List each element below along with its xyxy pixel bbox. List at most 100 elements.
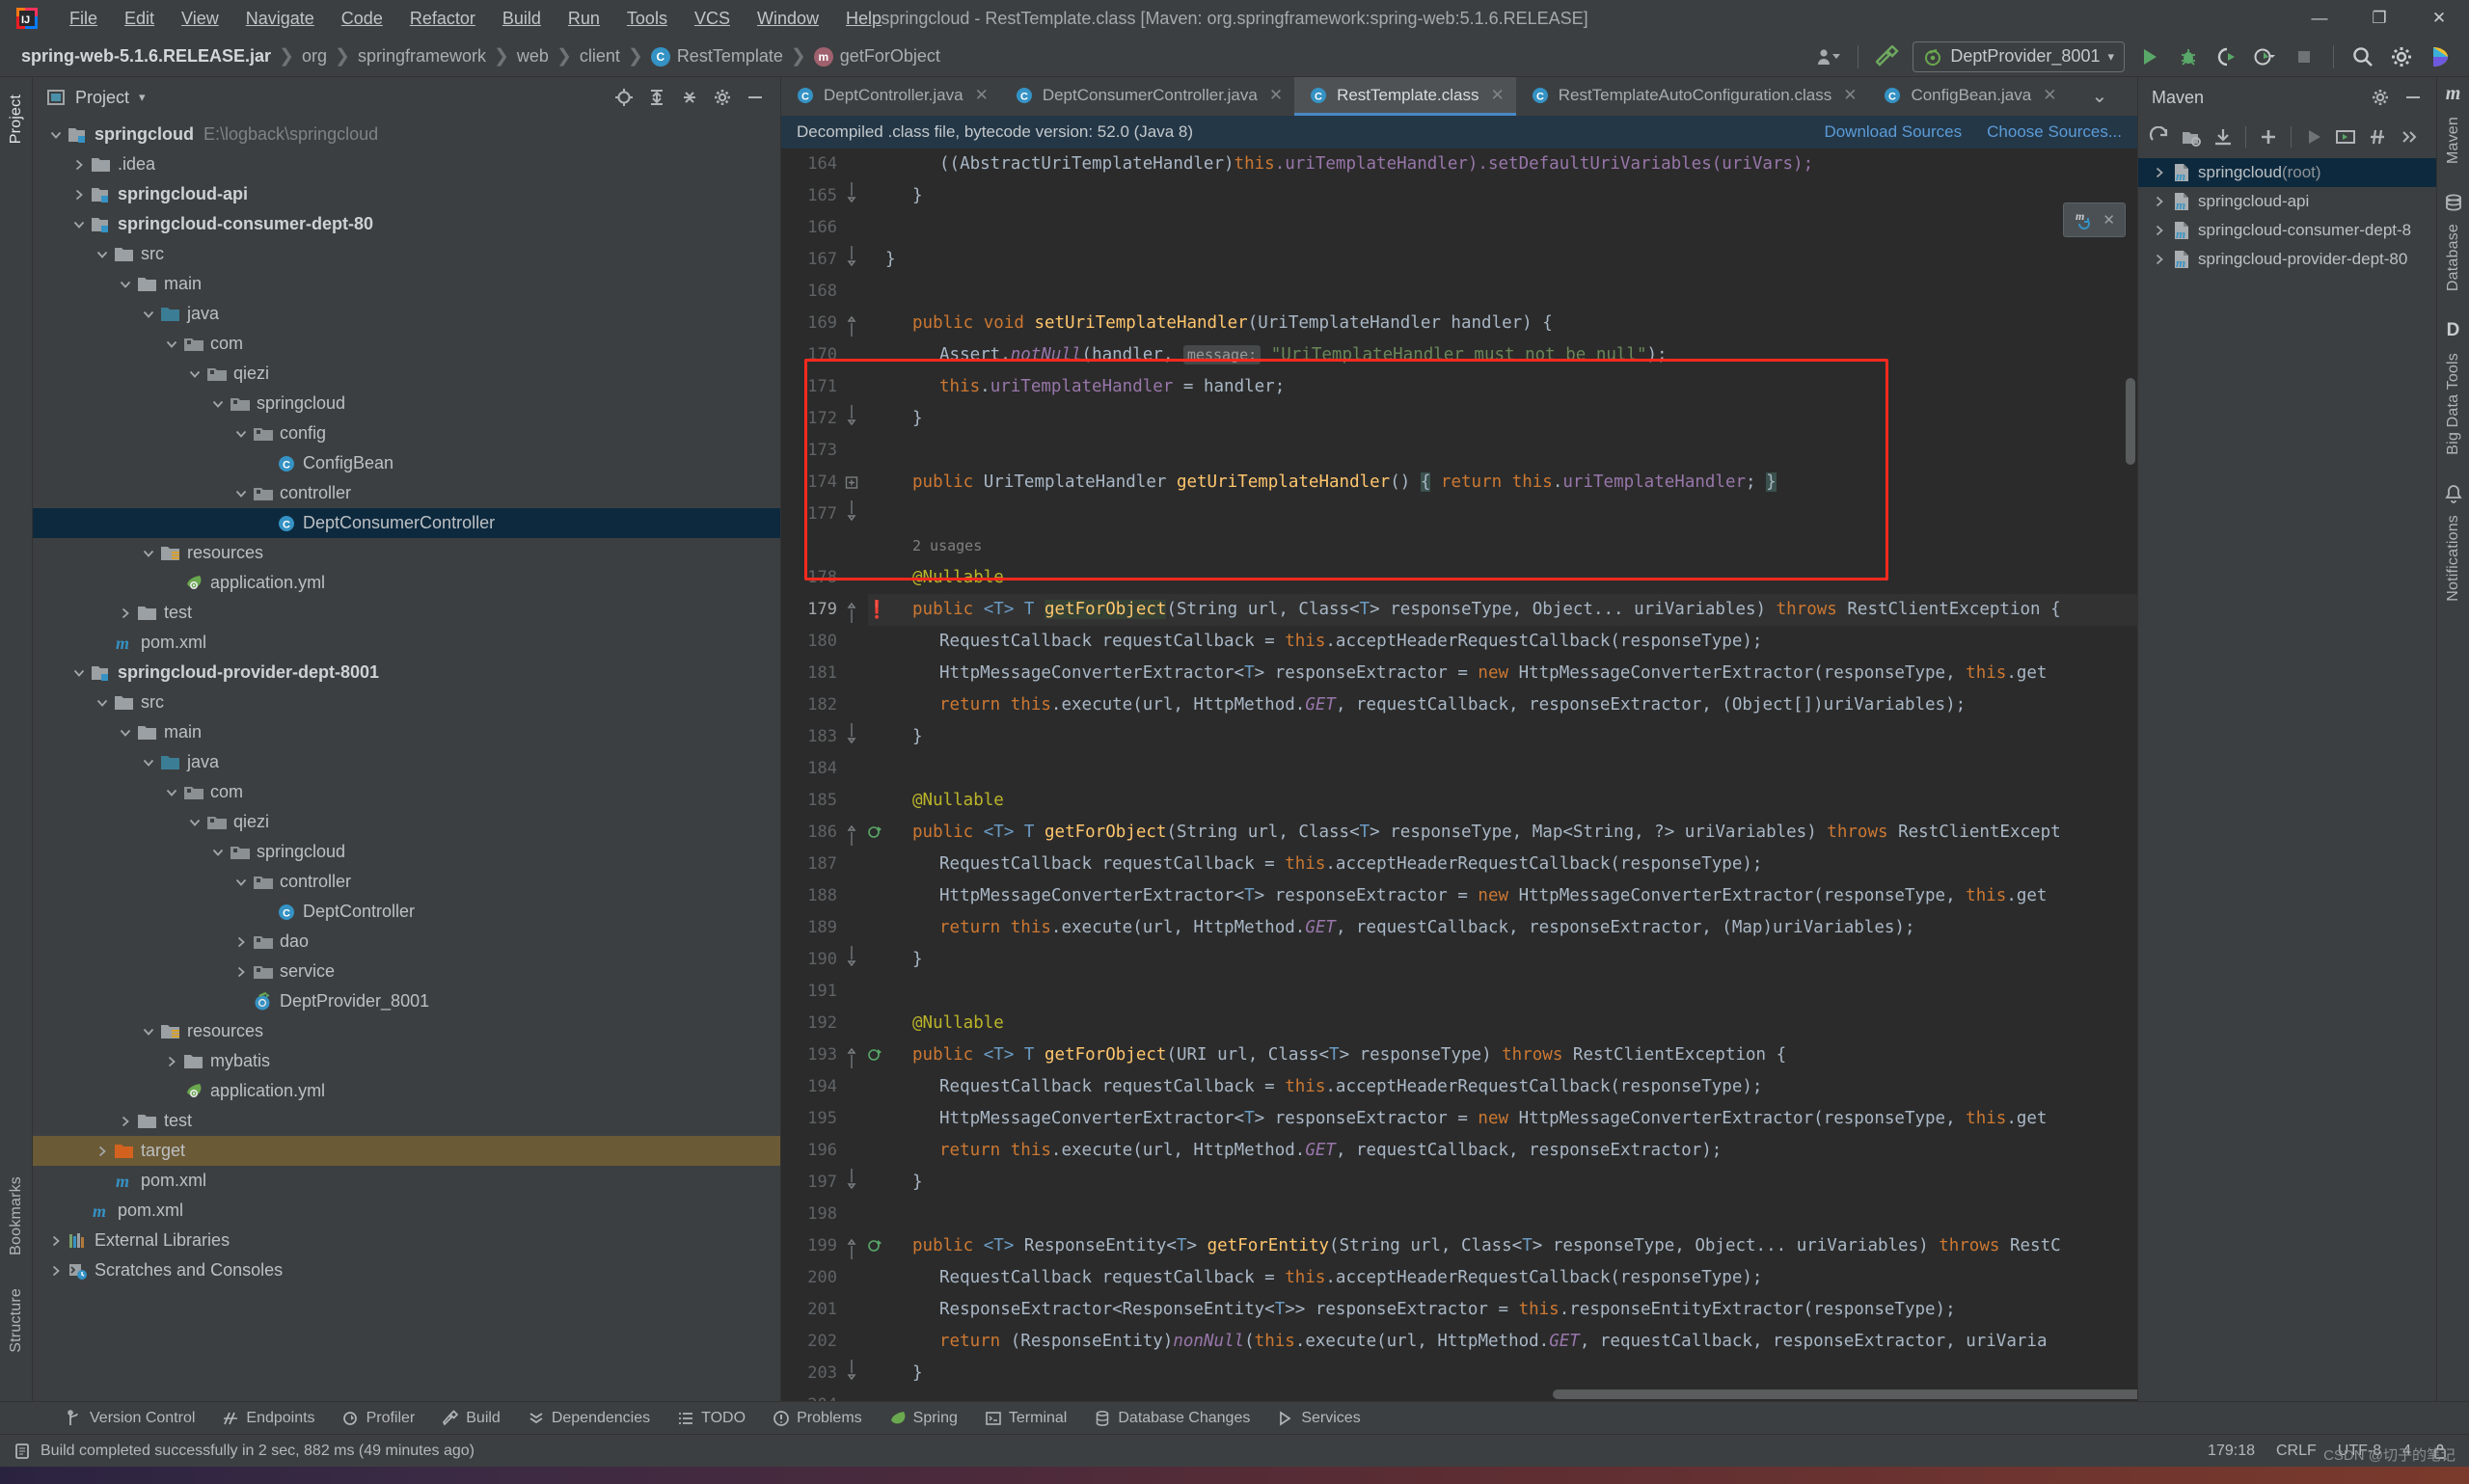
bottom-tab-todo[interactable]: TODO: [664, 1402, 759, 1435]
tree-node[interactable]: Scratches and Consoles: [33, 1255, 780, 1285]
close-tab-icon[interactable]: ✕: [975, 86, 989, 105]
bottom-tab-database-changes[interactable]: Database Changes: [1080, 1402, 1263, 1435]
maven-reload-popup[interactable]: m ✕: [2063, 202, 2126, 237]
breadcrumb-springframework[interactable]: springframework: [352, 44, 492, 68]
code-line[interactable]: return (ResponseEntity)nonNull(this.exec…: [868, 1326, 2137, 1358]
code-line[interactable]: [868, 212, 2137, 244]
chevron-down-icon[interactable]: [93, 248, 112, 261]
editor-vertical-scrollbar[interactable]: [2126, 378, 2135, 465]
tree-node[interactable]: springcloud-api: [33, 179, 780, 209]
fold-end-icon[interactable]: [845, 944, 868, 976]
code-line[interactable]: public void setUriTemplateHandler(UriTem…: [868, 308, 2137, 339]
tree-node[interactable]: springcloud: [33, 837, 780, 867]
chevron-down-icon[interactable]: [162, 786, 181, 799]
code-line[interactable]: ResponseExtractor<ResponseEntity<T>> res…: [868, 1294, 2137, 1326]
line-separator[interactable]: CRLF: [2276, 1443, 2317, 1460]
bottom-tab-version-control[interactable]: Version Control: [52, 1402, 208, 1435]
tree-node[interactable]: resources: [33, 1016, 780, 1046]
toggle-skip-tests-icon[interactable]: [2362, 122, 2393, 151]
code-content[interactable]: ((AbstractUriTemplateHandler)this.uriTem…: [868, 148, 2137, 1401]
editor-tab[interactable]: CRestTemplate.class✕: [1294, 77, 1516, 116]
code-line[interactable]: return this.execute(url, HttpMethod.GET,…: [868, 912, 2137, 944]
code-line[interactable]: this.uriTemplateHandler = handler;: [868, 371, 2137, 403]
fold-expand-icon[interactable]: [845, 467, 868, 499]
code-line[interactable]: HttpMessageConverterExtractor<T> respons…: [868, 880, 2137, 912]
chevron-right-icon[interactable]: [46, 1234, 66, 1248]
code-line[interactable]: }: [868, 721, 2137, 753]
tree-node[interactable]: qiezi: [33, 359, 780, 389]
breadcrumb-client[interactable]: client: [574, 44, 626, 68]
chevron-right-icon[interactable]: [116, 1115, 135, 1128]
hide-icon[interactable]: [2398, 83, 2428, 112]
project-tree[interactable]: springcloudE:\logback\springcloud.ideasp…: [33, 118, 780, 1401]
code-line[interactable]: ((AbstractUriTemplateHandler)this.uriTem…: [868, 148, 2137, 180]
reload-all-icon[interactable]: [2144, 122, 2175, 151]
fold-end-icon[interactable]: [845, 403, 868, 435]
bottom-tab-build[interactable]: Build: [428, 1402, 514, 1435]
close-window-button[interactable]: ✕: [2409, 0, 2469, 37]
tree-node[interactable]: CConfigBean: [33, 448, 780, 478]
code-line[interactable]: RequestCallback requestCallback = this.a…: [868, 1262, 2137, 1294]
tree-node[interactable]: src: [33, 239, 780, 269]
tree-node[interactable]: service: [33, 957, 780, 986]
run-maven-build-icon[interactable]: [2298, 122, 2329, 151]
download-sources-icon[interactable]: [2208, 122, 2238, 151]
bottom-tab-endpoints[interactable]: Endpoints: [208, 1402, 328, 1435]
maven-projects-tree[interactable]: mspringcloud (root)mspringcloud-apimspri…: [2138, 156, 2436, 1401]
breadcrumb-jar[interactable]: spring-web-5.1.6.RELEASE.jar: [15, 44, 277, 68]
chevron-right-icon[interactable]: [2150, 253, 2169, 266]
menu-vcs[interactable]: VCS: [681, 6, 744, 32]
tree-node[interactable]: resources: [33, 538, 780, 568]
tool-window-button-bookmarks[interactable]: Bookmarks: [6, 1167, 27, 1265]
tree-node[interactable]: .idea: [33, 149, 780, 179]
maven-tree-node[interactable]: mspringcloud-api: [2138, 187, 2436, 216]
close-tab-icon[interactable]: ✕: [2043, 86, 2056, 105]
hide-icon[interactable]: [740, 83, 771, 112]
chevron-down-icon[interactable]: [139, 1025, 158, 1039]
bottom-tab-services[interactable]: Services: [1263, 1402, 1373, 1435]
chevron-right-icon[interactable]: [46, 1264, 66, 1278]
menu-window[interactable]: Window: [744, 6, 832, 32]
code-line[interactable]: [868, 435, 2137, 467]
code-line[interactable]: [868, 276, 2137, 308]
maven-tree-node[interactable]: mspringcloud-provider-dept-80: [2138, 245, 2436, 274]
menu-view[interactable]: View: [168, 6, 232, 32]
chevron-right-icon[interactable]: [69, 158, 89, 172]
code-line[interactable]: Assert.notNull(handler, message: "UriTem…: [868, 339, 2137, 371]
chevron-down-icon[interactable]: [116, 278, 135, 291]
code-line[interactable]: }: [868, 180, 2137, 212]
user-settings-icon[interactable]: [1809, 39, 1848, 75]
tree-node[interactable]: main: [33, 717, 780, 747]
code-line[interactable]: @Nullable: [868, 1008, 2137, 1039]
maven-tree-node[interactable]: mspringcloud-consumer-dept-8: [2138, 216, 2436, 245]
ide-assistant-icon[interactable]: [2421, 39, 2459, 75]
code-line[interactable]: return this.execute(url, HttpMethod.GET,…: [868, 1135, 2137, 1167]
fold-start-icon[interactable]: [845, 1230, 868, 1262]
run-with-coverage-icon[interactable]: [2208, 39, 2246, 75]
more-options-icon[interactable]: ⋮: [2121, 85, 2137, 109]
bottom-tab-dependencies[interactable]: Dependencies: [514, 1402, 664, 1435]
menu-navigate[interactable]: Navigate: [232, 6, 328, 32]
menu-help[interactable]: Help: [832, 6, 895, 32]
choose-sources-link[interactable]: Choose Sources...: [1987, 122, 2122, 142]
tree-node[interactable]: java: [33, 747, 780, 777]
run-configuration-selector[interactable]: DeptProvider_8001 ▾: [1913, 41, 2125, 72]
code-line[interactable]: HttpMessageConverterExtractor<T> respons…: [868, 1103, 2137, 1135]
chevron-right-icon[interactable]: [93, 1145, 112, 1158]
code-line[interactable]: 2 usages: [868, 530, 2137, 562]
bottom-tab-profiler[interactable]: Profiler: [329, 1402, 429, 1435]
tree-node[interactable]: main: [33, 269, 780, 299]
code-line[interactable]: [868, 1199, 2137, 1230]
chevron-down-icon[interactable]: [208, 846, 228, 859]
minimize-button[interactable]: —: [2290, 0, 2349, 37]
tree-node[interactable]: com: [33, 777, 780, 807]
menu-refactor[interactable]: Refactor: [396, 6, 489, 32]
tree-node[interactable]: mybatis: [33, 1046, 780, 1076]
code-line[interactable]: [868, 976, 2137, 1008]
chevron-down-icon[interactable]: [139, 308, 158, 321]
chevron-down-icon[interactable]: [46, 128, 66, 142]
code-line[interactable]: }: [868, 944, 2137, 976]
tree-node[interactable]: springcloud-consumer-dept-80: [33, 209, 780, 239]
tree-node[interactable]: controller: [33, 867, 780, 897]
tree-node[interactable]: com: [33, 329, 780, 359]
